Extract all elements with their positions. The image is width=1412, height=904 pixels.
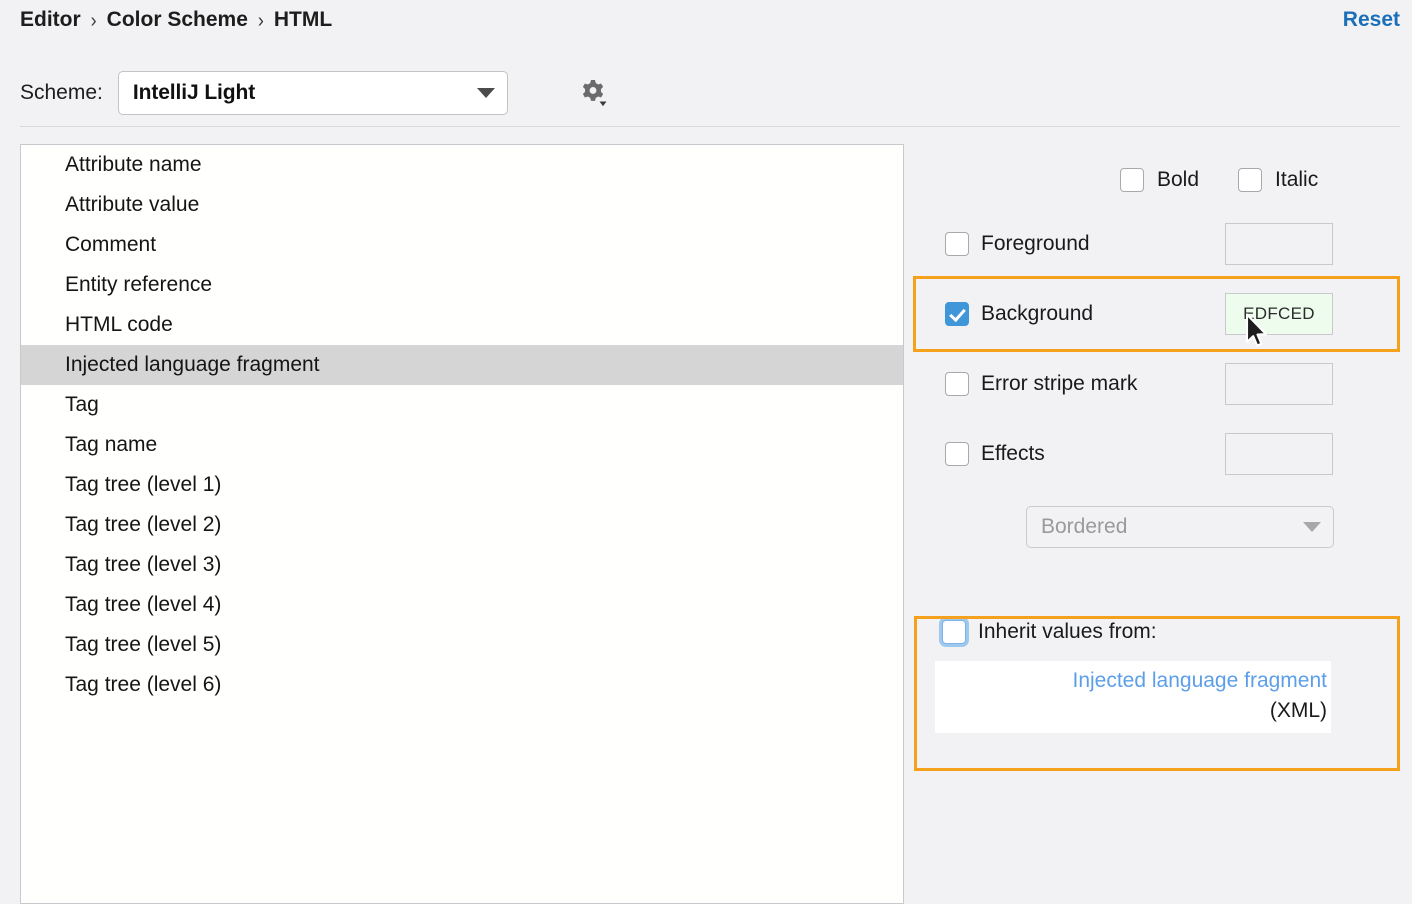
inherit-values-checkbox[interactable] bbox=[942, 620, 966, 644]
color-settings-list[interactable]: Attribute nameAttribute valueCommentEnti… bbox=[20, 144, 904, 904]
italic-label: Italic bbox=[1275, 168, 1318, 192]
breadcrumb-item-color-scheme[interactable]: Color Scheme bbox=[107, 8, 248, 32]
chevron-down-icon bbox=[477, 88, 495, 98]
divider bbox=[20, 126, 1400, 127]
background-color-swatch[interactable]: EDFCED bbox=[1225, 293, 1333, 335]
scheme-label: Scheme: bbox=[20, 81, 103, 105]
reset-button[interactable]: Reset bbox=[1343, 4, 1400, 36]
foreground-color-swatch[interactable] bbox=[1225, 223, 1333, 265]
font-style-row: Bold Italic bbox=[1120, 168, 1318, 192]
list-item[interactable]: Attribute name bbox=[21, 145, 903, 185]
list-item[interactable]: Comment bbox=[21, 225, 903, 265]
inherit-values-row: Inherit values from: bbox=[913, 620, 1157, 644]
background-checkbox[interactable] bbox=[945, 302, 969, 326]
effects-type-dropdown[interactable]: Bordered bbox=[1026, 506, 1334, 548]
inherit-source-link[interactable]: Injected language fragment bbox=[935, 666, 1329, 696]
gear-icon[interactable] bbox=[573, 76, 613, 110]
chevron-right-icon: › bbox=[91, 8, 97, 32]
background-label: Background bbox=[981, 302, 1093, 326]
inherit-source-language: (XML) bbox=[935, 696, 1329, 726]
error-stripe-row: Error stripe mark bbox=[913, 356, 1403, 412]
effects-color-swatch[interactable] bbox=[1225, 433, 1333, 475]
scheme-row: Scheme: IntelliJ Light bbox=[20, 70, 508, 116]
breadcrumb-item-html: HTML bbox=[274, 8, 332, 32]
background-row: Background EDFCED bbox=[913, 286, 1403, 342]
list-item[interactable]: Tag tree (level 3) bbox=[21, 545, 903, 585]
list-item[interactable]: Tag tree (level 5) bbox=[21, 625, 903, 665]
list-item[interactable]: Tag tree (level 1) bbox=[21, 465, 903, 505]
list-item[interactable]: HTML code bbox=[21, 305, 903, 345]
effects-label: Effects bbox=[981, 442, 1045, 466]
inherit-values-label: Inherit values from: bbox=[978, 620, 1157, 644]
effects-checkbox[interactable] bbox=[945, 442, 969, 466]
list-item[interactable]: Tag tree (level 2) bbox=[21, 505, 903, 545]
effects-row: Effects bbox=[913, 426, 1403, 482]
list-item[interactable]: Tag tree (level 4) bbox=[21, 585, 903, 625]
scheme-selected-value: IntelliJ Light bbox=[133, 81, 477, 105]
error-stripe-label: Error stripe mark bbox=[981, 372, 1137, 396]
list-item[interactable]: Injected language fragment bbox=[21, 345, 903, 385]
inherit-source-box[interactable]: Injected language fragment (XML) bbox=[935, 661, 1331, 733]
bold-checkbox[interactable] bbox=[1120, 168, 1144, 192]
effects-type-value: Bordered bbox=[1041, 515, 1303, 539]
list-item[interactable]: Tag name bbox=[21, 425, 903, 465]
bold-label: Bold bbox=[1157, 168, 1199, 192]
attributes-panel: Bold Italic Foreground Background EDFCED… bbox=[913, 144, 1403, 900]
foreground-checkbox[interactable] bbox=[945, 232, 969, 256]
list-item[interactable]: Tag tree (level 6) bbox=[21, 665, 903, 705]
breadcrumb: Editor › Color Scheme › HTML bbox=[20, 4, 332, 36]
list-item[interactable]: Tag bbox=[21, 385, 903, 425]
list-item[interactable]: Attribute value bbox=[21, 185, 903, 225]
foreground-row: Foreground bbox=[913, 216, 1403, 272]
scheme-dropdown[interactable]: IntelliJ Light bbox=[118, 71, 508, 115]
foreground-label: Foreground bbox=[981, 232, 1090, 256]
list-item[interactable]: Entity reference bbox=[21, 265, 903, 305]
chevron-right-icon: › bbox=[258, 8, 264, 32]
italic-checkbox[interactable] bbox=[1238, 168, 1262, 192]
breadcrumb-item-editor[interactable]: Editor bbox=[20, 8, 81, 32]
chevron-down-icon bbox=[1303, 522, 1321, 532]
error-stripe-color-swatch[interactable] bbox=[1225, 363, 1333, 405]
error-stripe-checkbox[interactable] bbox=[945, 372, 969, 396]
